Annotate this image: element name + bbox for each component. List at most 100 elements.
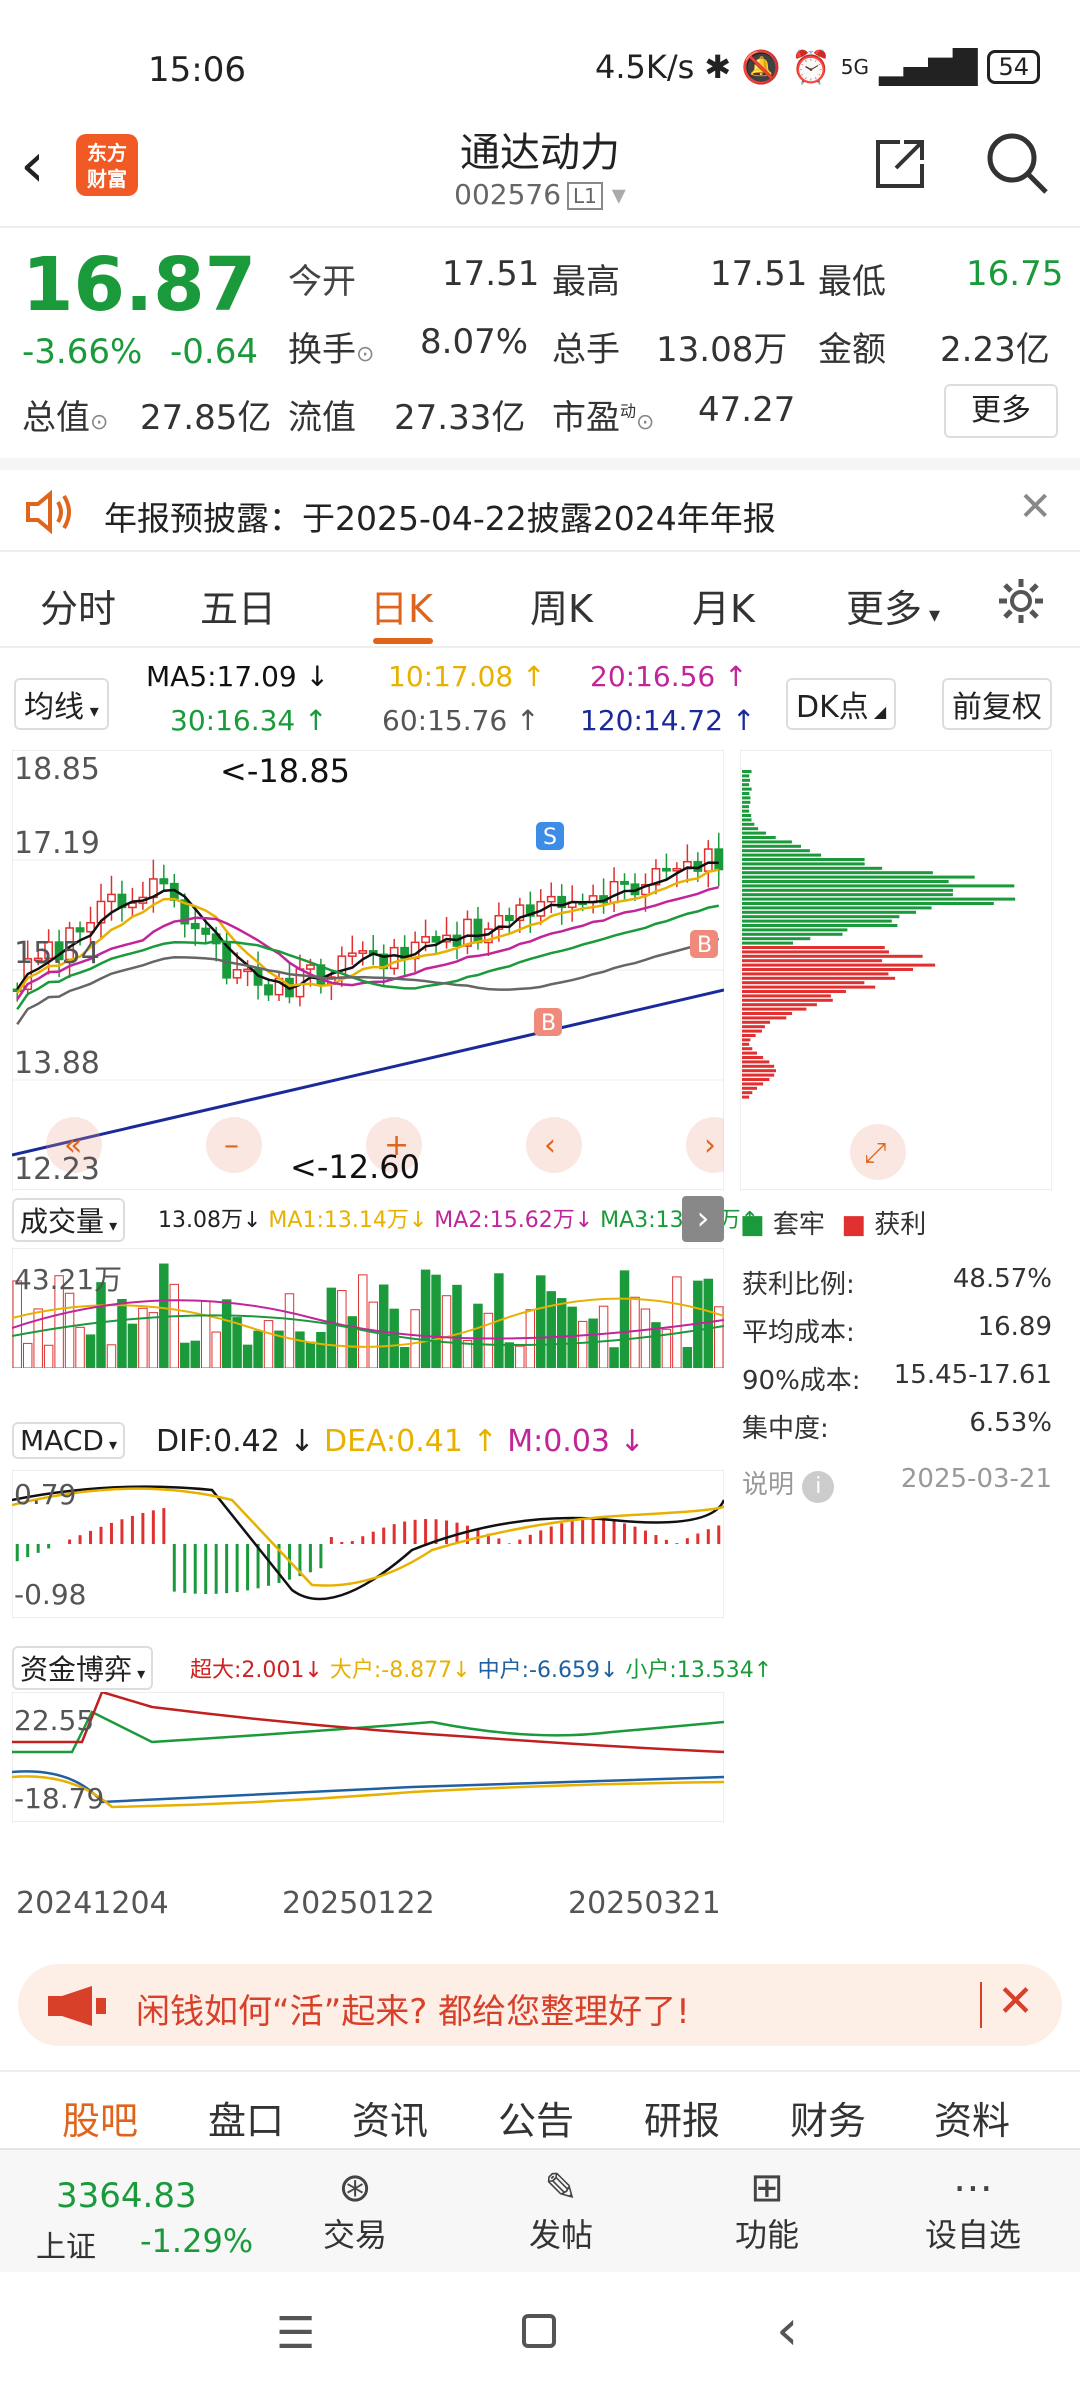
candle-body [389, 946, 399, 970]
volume-bar [242, 1344, 253, 1368]
tab-daily-k[interactable]: 日K [370, 578, 433, 633]
volume-bar [190, 1340, 200, 1368]
volume-value: 13.08万 [656, 330, 788, 370]
post-button[interactable]: ✎ 发帖 [496, 2166, 626, 2256]
tab-announcement[interactable]: 公告 [498, 2090, 574, 2145]
chip-bar-trapped [742, 941, 794, 945]
candle-body [431, 936, 441, 943]
level-badge: L1 [567, 182, 603, 210]
ma5-label: MA5:17.09 ↓ [146, 660, 330, 693]
price-tick-3: 15.54 [14, 936, 100, 971]
gear-icon[interactable] [996, 576, 1046, 626]
date-start: 20241204 [16, 1886, 169, 1921]
chevron-down-icon: ▾ [602, 178, 626, 211]
index-name: 上证 [36, 2230, 96, 2265]
volume-bar [253, 1330, 263, 1368]
net-speed: 4.5K/s [594, 48, 695, 86]
volume-bar [420, 1269, 431, 1368]
chip-bar-trapped [742, 827, 759, 831]
chip-bar-profit [742, 963, 936, 967]
share-icon[interactable] [870, 134, 930, 194]
date-end: 20250321 [568, 1886, 721, 1921]
volume-bar [619, 1270, 630, 1368]
tab-news[interactable]: 资讯 [352, 2090, 428, 2145]
ma-select[interactable]: 均线 ▾ [14, 678, 109, 730]
dk-point-select[interactable]: DK点 ◢ [786, 678, 897, 730]
turnover-value: 8.07% [420, 322, 529, 362]
status-icons: 4.5K/s ✱ 🔕 ⏰ 5G ▂▄▆█ 54 [595, 48, 1040, 86]
tab-finance[interactable]: 财务 [790, 2090, 866, 2145]
close-icon[interactable]: ✕ [1018, 484, 1052, 530]
chip-bar-trapped [742, 840, 792, 844]
volume-select[interactable]: 成交量 ▾ [12, 1198, 126, 1242]
promo-text: 闲钱如何“活”起来? 都给您整理好了! [136, 1992, 690, 2032]
chip-note-row[interactable]: 说明 i 2025-03-21 [742, 1464, 1052, 1503]
chip-bar-profit [742, 1034, 756, 1037]
pe-value: 47.27 [698, 390, 796, 430]
candle-body [714, 848, 724, 871]
volume-bar [326, 1287, 337, 1368]
kline-area: 均线 ▾ MA5:17.09 ↓ 10:17.08 ↑ 20:16.56 ↑ 3… [0, 652, 1080, 1952]
chip-bar-trapped [742, 924, 898, 927]
fund-chart [12, 1692, 724, 1822]
tab-monthly-k[interactable]: 月K [692, 578, 755, 633]
tab-research[interactable]: 研报 [644, 2090, 720, 2145]
fund-select[interactable]: 资金博弈 ▾ [12, 1646, 154, 1690]
current-price: 16.87 [22, 242, 257, 328]
function-button[interactable]: ⊞ 功能 [702, 2166, 832, 2256]
volume-bar [504, 1342, 515, 1368]
macd-tick-bottom: -0.98 [14, 1578, 87, 1611]
tab-intraday[interactable]: 分时 [40, 578, 116, 633]
candle-body [504, 914, 514, 922]
search-icon[interactable] [984, 130, 1050, 196]
float-cap-value: 27.33亿 [394, 398, 526, 438]
volume-bar [609, 1347, 619, 1368]
promo-banner[interactable]: 闲钱如何“活”起来? 都给您整理好了! ✕ [18, 1964, 1062, 2046]
tab-orderbook[interactable]: 盘口 [208, 2090, 284, 2145]
more-quote-button[interactable]: 更多 [944, 384, 1058, 438]
tab-five-day[interactable]: 五日 [200, 578, 276, 633]
chevron-right-icon[interactable]: › [682, 1196, 724, 1242]
menu-icon[interactable]: ☰ [276, 2308, 315, 2359]
back-nav-icon[interactable]: ‹ [776, 2298, 798, 2363]
bottom-toolbar: 3364.83 上证 -1.29% ⊛ 交易 ✎ 发帖 ⊞ 功能 ⋯ 设自选 [0, 2148, 1080, 2272]
chip-bar-trapped [742, 831, 766, 835]
trade-button[interactable]: ⊛ 交易 [290, 2166, 420, 2256]
chip-bar-trapped [742, 880, 949, 883]
chip-bar-profit [742, 1056, 764, 1059]
stock-code: 002576 [454, 178, 562, 211]
chip-bar-trapped [742, 875, 975, 879]
tab-profile[interactable]: 资料 [934, 2090, 1010, 2145]
add-watchlist-button[interactable]: ⋯ 设自选 [908, 2166, 1038, 2256]
chip-bar-trapped [742, 858, 865, 861]
tab-guba[interactable]: 股吧 [62, 2090, 138, 2145]
chip-row-avg-cost: 平均成本: 16.89 [742, 1312, 1052, 1348]
chip-bar-trapped [742, 774, 750, 778]
index-value[interactable]: 3364.83 [56, 2176, 197, 2216]
adjust-select[interactable]: 前复权 [942, 678, 1052, 730]
tab-more[interactable]: 更多 ▾ [846, 578, 940, 633]
chip-row-90-cost: 90%成本: 15.45-17.61 [742, 1360, 1052, 1396]
ma120-label: 120:14.72 ↑ [580, 704, 756, 737]
tab-weekly-k[interactable]: 周K [530, 578, 593, 633]
kline-chart[interactable]: SBB« – + ‹ › [12, 750, 724, 1190]
chip-bar-trapped [742, 770, 752, 773]
macd-select[interactable]: MACD ▾ [12, 1422, 126, 1459]
volume-bar [672, 1276, 682, 1368]
open-label: 今开 [288, 262, 356, 302]
chip-bar-profit [742, 1012, 793, 1015]
home-icon[interactable] [522, 2314, 556, 2348]
volume-tick: 43.21万 [14, 1263, 123, 1296]
volume-bar [546, 1291, 556, 1368]
announcement-bar[interactable]: 年报预披露：于2025-04-22披露2024年年报 ✕ [0, 458, 1080, 552]
candle-body [463, 918, 472, 947]
signal-icon: ▂▄▆█ [879, 48, 978, 86]
chip-bar-trapped [742, 906, 932, 910]
volume-bar [221, 1299, 232, 1368]
info-tabs: 股吧 盘口 资讯 公告 研报 财务 资料 [0, 2070, 1080, 2148]
min-price-label: <-12.60 [290, 1148, 420, 1186]
volume-bar [598, 1305, 609, 1368]
close-icon[interactable]: ✕ [997, 1976, 1034, 2027]
zoom-control-glyph: ‹ [544, 1128, 556, 1163]
megaphone-icon [48, 1986, 106, 2026]
